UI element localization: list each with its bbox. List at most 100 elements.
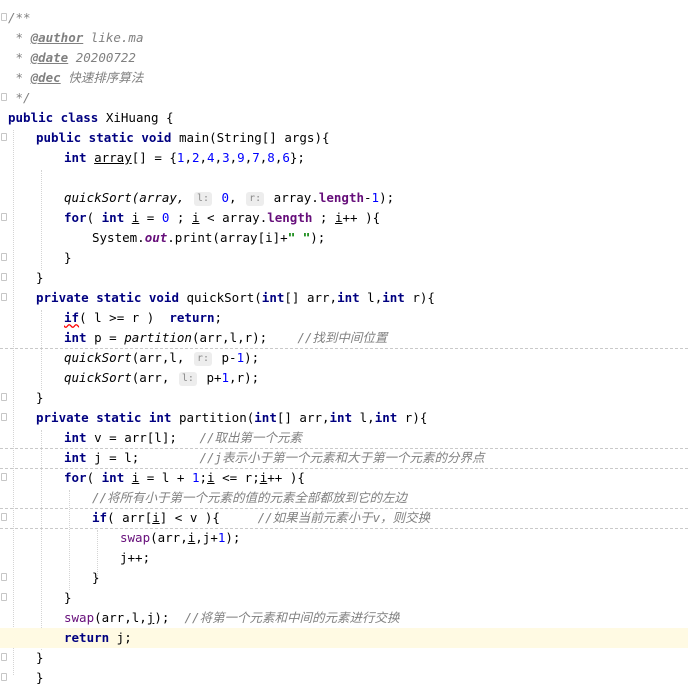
code-token: (arr, (150, 530, 188, 545)
keyword: int (101, 210, 125, 225)
variable: array (94, 150, 132, 165)
number-literal: 6 (282, 150, 290, 165)
comment: //将所有小于第一个元素的值的元素全部都放到它的左边 (92, 490, 408, 505)
fold-icon[interactable] (1, 513, 7, 521)
fold-icon[interactable] (1, 273, 7, 281)
code-line[interactable]: * @date 20200722 (0, 48, 688, 68)
code-token: r){ (404, 290, 435, 305)
code-line[interactable]: } (0, 668, 688, 688)
fold-icon[interactable] (1, 293, 7, 301)
code-line[interactable]: } (0, 248, 688, 268)
doc-comment: 20200722 (68, 50, 136, 65)
code-line[interactable]: int p = partition(arr,l,r); //找到中间位置 (0, 328, 688, 349)
code-line[interactable]: } (0, 568, 688, 588)
code-line[interactable]: int j = l; //j表示小于第一个元素和大于第一个元素的分界点 (0, 448, 688, 469)
gutter (0, 468, 8, 488)
code-line[interactable]: quickSort(array, l: 0, r: array.length-1… (0, 188, 688, 208)
code-text: System.out.print(array[i]+" "); (92, 228, 325, 248)
method-call: quickSort (64, 350, 132, 365)
code-text: quickSort(arr, l: p+1,r); (64, 368, 259, 388)
code-editor[interactable]: /** * @author like.ma * @date 20200722 *… (0, 0, 688, 695)
gutter (0, 88, 8, 108)
method-call: quickSort(array, (64, 190, 192, 205)
fold-icon[interactable] (1, 653, 7, 661)
code-line[interactable]: if( l >= r ) return; (0, 308, 688, 328)
code-token: ( (86, 470, 102, 485)
code-line[interactable]: * @author like.ma (0, 28, 688, 48)
fold-icon[interactable] (1, 413, 7, 421)
code-line[interactable] (0, 168, 688, 188)
code-token: [] arr, (284, 290, 338, 305)
code-line[interactable]: System.out.print(array[i]+" "); (0, 228, 688, 248)
code-line[interactable]: } (0, 268, 688, 288)
code-token: l, (352, 410, 375, 425)
keyword: int (337, 290, 360, 305)
gutter (0, 8, 8, 28)
fold-icon[interactable] (1, 13, 7, 21)
fold-icon[interactable] (1, 253, 7, 261)
code-line[interactable]: private static int partition(int[] arr,i… (0, 408, 688, 428)
code-line[interactable]: public static void main(String[] args){ (0, 128, 688, 148)
closing-brace: } (64, 590, 72, 605)
code-token: (arr,l, (131, 350, 192, 365)
code-line[interactable]: private static void quickSort(int[] arr,… (0, 288, 688, 308)
code-line[interactable]: for( int i = 0 ; i < array.length ; i++ … (0, 208, 688, 228)
variable: i (152, 510, 160, 525)
doc-comment: 快速排序算法 (60, 70, 144, 85)
code-line[interactable]: int v = arr[l]; //取出第一个元素 (0, 428, 688, 449)
variable: i (207, 470, 215, 485)
fold-icon[interactable] (1, 213, 7, 221)
keyword: int (254, 410, 277, 425)
code-line[interactable]: j++; (0, 548, 688, 568)
code-line[interactable]: swap(arr,l,j); //将第一个元素和中间的元素进行交换 (0, 608, 688, 629)
code-text: public static void main(String[] args){ (36, 128, 330, 148)
code-line[interactable]: quickSort(arr,l, r: p-1); (0, 348, 688, 368)
variable: i (191, 210, 200, 225)
comment: //取出第一个元素 (199, 430, 303, 445)
keyword: int (261, 290, 285, 305)
code-line[interactable]: */ (0, 88, 688, 108)
number-literal: 8 (267, 150, 275, 165)
code-line[interactable]: swap(arr,i,j+1); (0, 528, 688, 548)
parameter-hint: r: (246, 192, 265, 206)
code-text: quickSort(array, l: 0, r: array.length-1… (64, 188, 394, 208)
code-token: - (364, 190, 372, 205)
code-line[interactable]: if( arr[i] < v ){ //如果当前元素小于v，则交换 (0, 508, 688, 529)
code-token: = l + (139, 470, 192, 485)
fold-icon[interactable] (1, 573, 7, 581)
current-line[interactable]: return j; (0, 628, 688, 648)
code-text: if( arr[i] < v ){ //如果当前元素小于v，则交换 (92, 508, 430, 528)
code-text: int j = l; //j表示小于第一个元素和大于第一个元素的分界点 (64, 448, 485, 468)
closing-brace: } (92, 570, 100, 585)
code-token: }; (289, 150, 305, 165)
doc-tag: @dec (30, 70, 61, 85)
code-text: * @dec 快速排序算法 (8, 68, 144, 88)
code-line[interactable]: public class XiHuang { (0, 108, 688, 128)
closing-brace: } (36, 650, 44, 665)
code-line[interactable]: } (0, 388, 688, 408)
code-line[interactable]: * @dec 快速排序算法 (0, 68, 688, 88)
fold-icon[interactable] (1, 593, 7, 601)
fold-icon[interactable] (1, 93, 7, 101)
code-token: , (214, 150, 223, 165)
code-line[interactable]: /** (0, 8, 688, 28)
doc-tag: @date (30, 50, 69, 65)
fold-icon[interactable] (1, 673, 7, 681)
number-literal: 9 (237, 150, 245, 165)
keyword: int (374, 410, 398, 425)
code-line[interactable]: } (0, 588, 688, 608)
code-line[interactable]: } (0, 648, 688, 668)
gutter (0, 508, 8, 528)
code-line[interactable]: for( int i = l + 1;i <= r;i++ ){ (0, 468, 688, 488)
number-literal: 3 (222, 150, 230, 165)
code-line[interactable]: int array[] = {1,2,4,3,9,7,8,6}; (0, 148, 688, 168)
code-token: ++ ){ (342, 210, 381, 225)
code-line[interactable]: //将所有小于第一个元素的值的元素全部都放到它的左边 (0, 488, 688, 509)
doc-comment: */ (8, 90, 31, 105)
code-text: private static int partition(int[] arr,i… (36, 408, 427, 428)
code-line[interactable]: quickSort(arr, l: p+1,r); (0, 368, 688, 388)
fold-icon[interactable] (1, 393, 7, 401)
fold-icon[interactable] (1, 133, 7, 141)
gutter (0, 588, 8, 608)
fold-icon[interactable] (1, 473, 7, 481)
